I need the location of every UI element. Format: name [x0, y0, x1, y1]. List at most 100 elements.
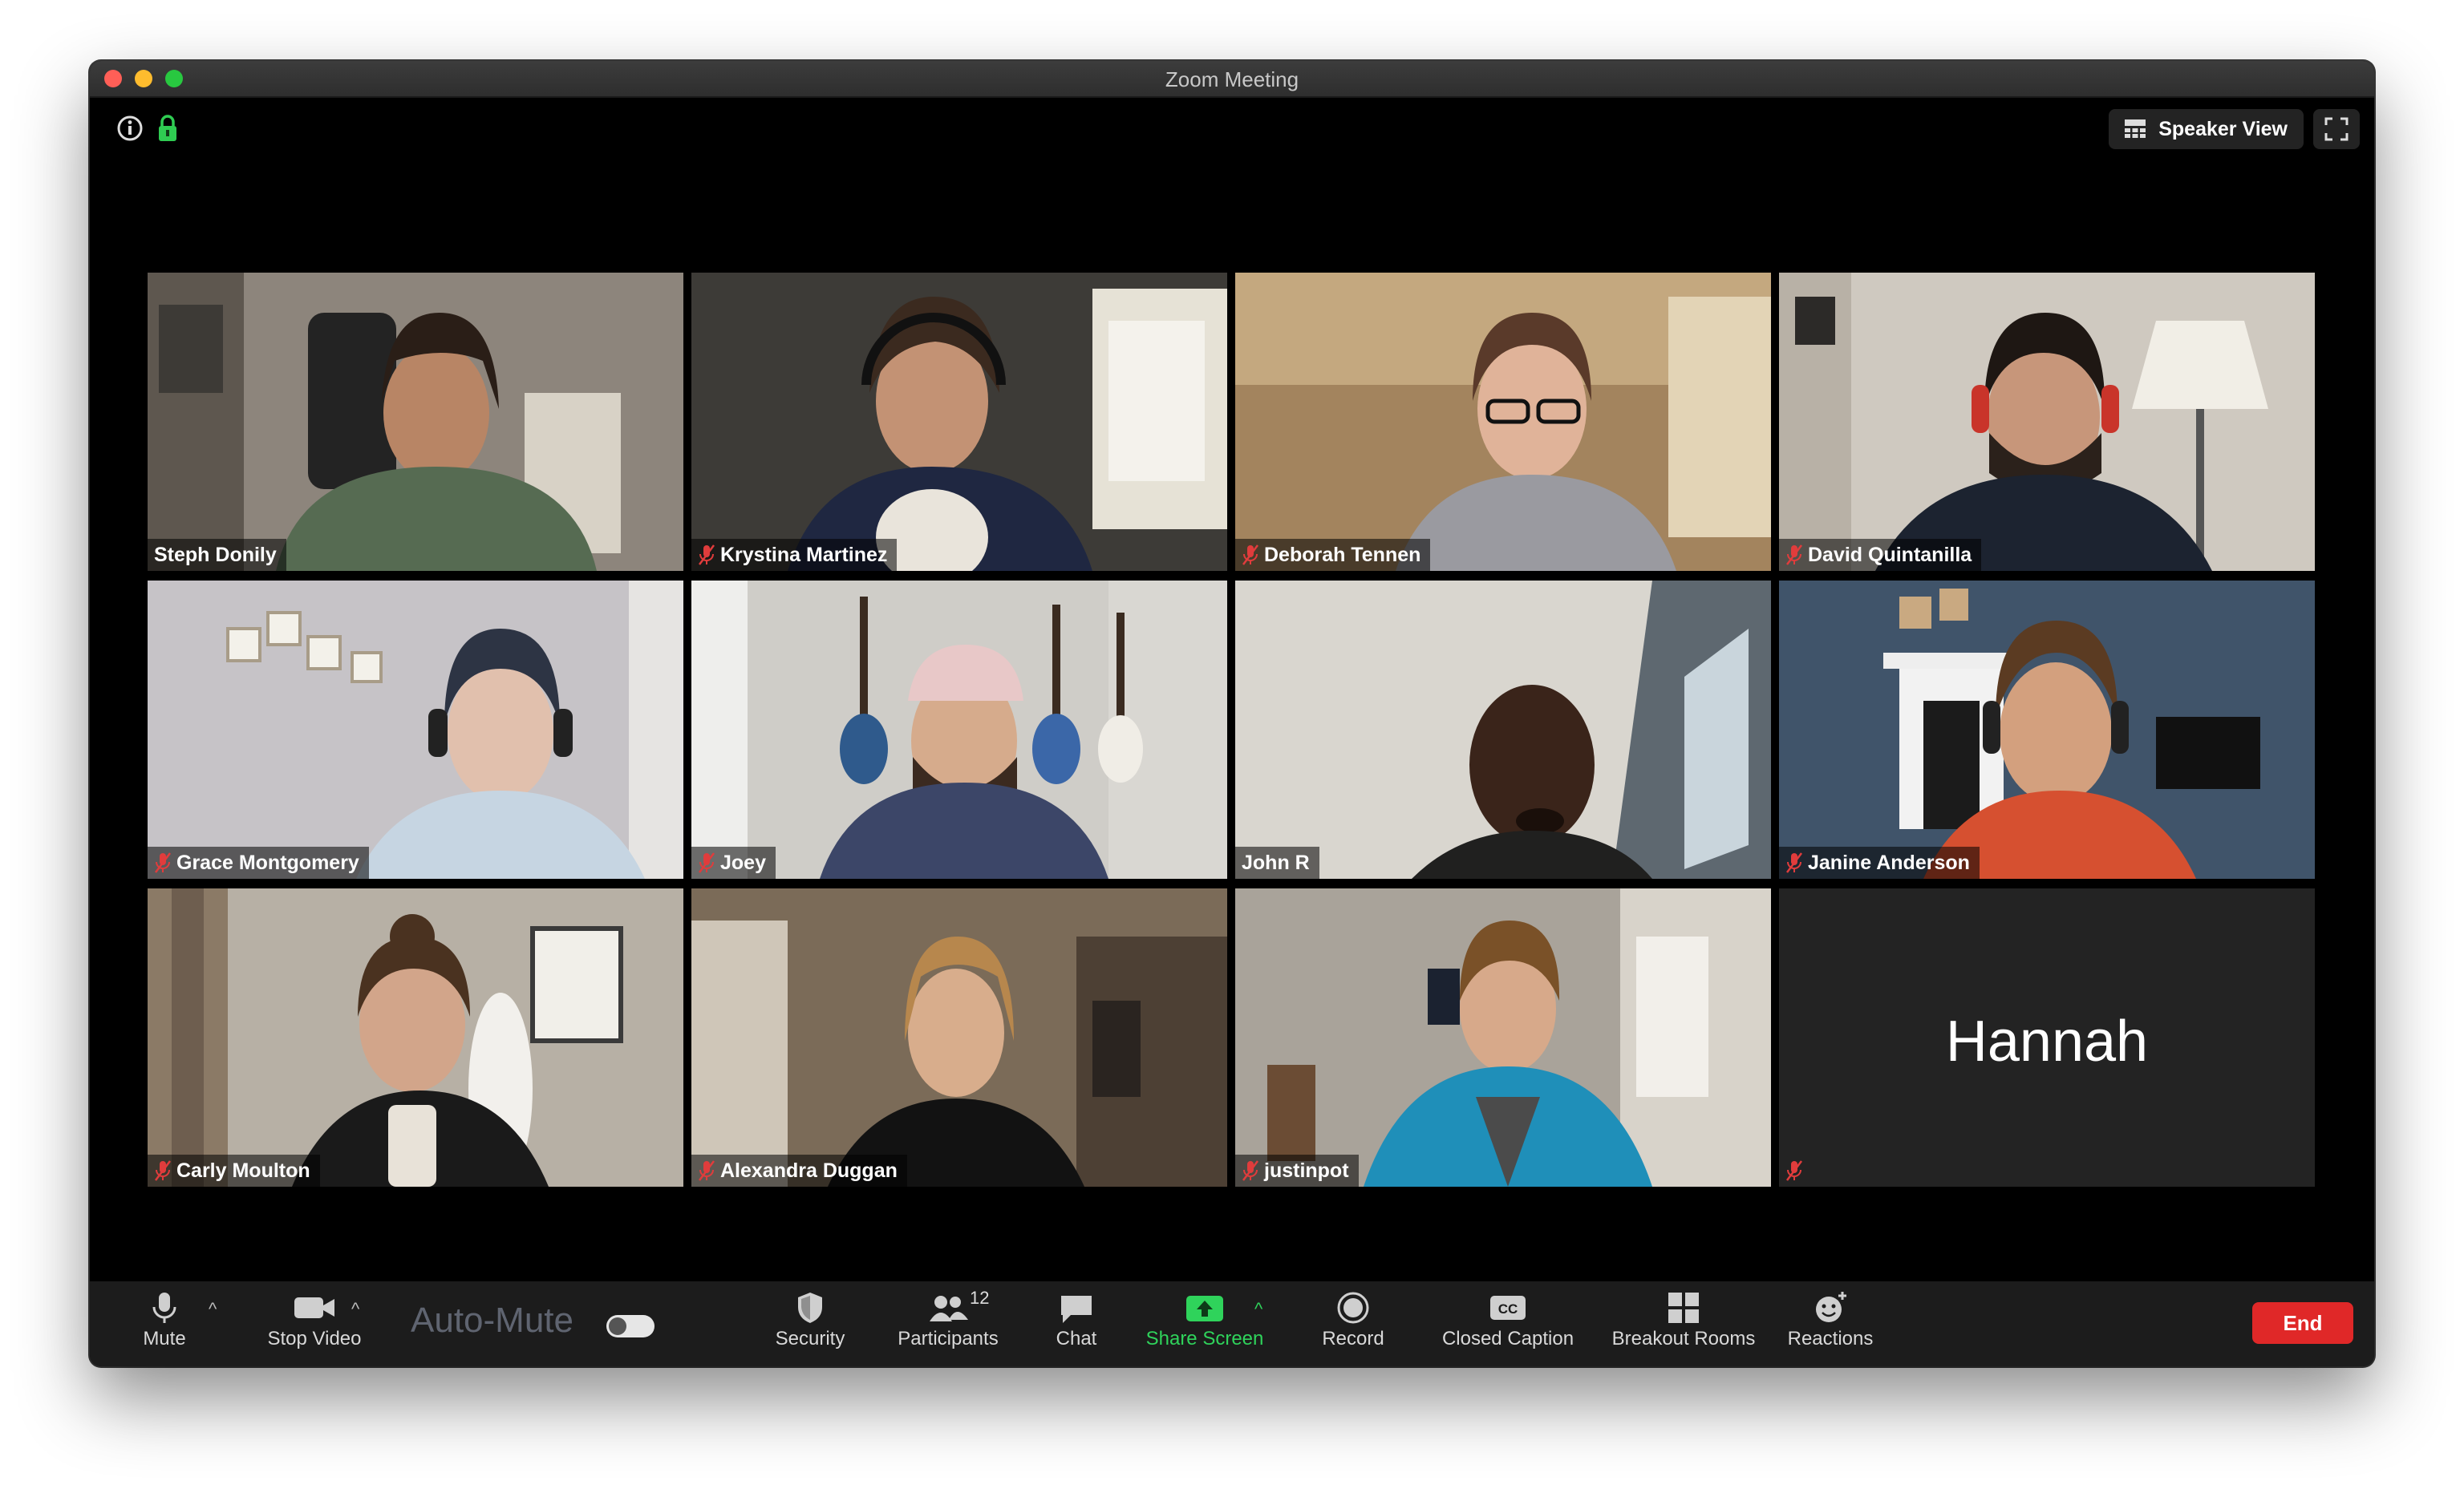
participant-tile[interactable]: David Quintanilla: [1779, 273, 2315, 571]
mic-muted-icon: [699, 1160, 715, 1181]
mic-muted-icon: [1242, 1160, 1258, 1181]
participant-tile[interactable]: Grace Montgomery: [148, 581, 683, 879]
cc-icon: CC: [1490, 1296, 1526, 1320]
meeting-toolbar: Mute ^ Stop Video ^ Auto-Mute Security 1…: [90, 1281, 2374, 1366]
participants-count: 12: [970, 1288, 990, 1308]
participant-tile[interactable]: justinpot: [1235, 888, 1771, 1187]
chat-label: Chat: [1056, 1328, 1097, 1349]
video-feed: [1235, 273, 1771, 571]
participant-nameplate: Joey: [691, 847, 776, 879]
window-title: Zoom Meeting: [1165, 67, 1299, 91]
audio-options-caret[interactable]: ^: [209, 1299, 217, 1320]
participants-button[interactable]: 12 Participants: [880, 1288, 1016, 1358]
participant-name: Janine Anderson: [1808, 851, 1970, 874]
microphone-icon: [152, 1293, 176, 1323]
participant-name: Krystina Martinez: [720, 543, 888, 566]
participant-name: Grace Montgomery: [176, 851, 359, 874]
participant-nameplate: Krystina Martinez: [691, 539, 898, 571]
video-feed: [148, 581, 683, 879]
mic-muted-icon: [1786, 544, 1802, 565]
reaction-smile-icon: [1816, 1292, 1846, 1322]
video-feed: [691, 581, 1227, 879]
chat-bubble-icon: [1061, 1296, 1092, 1323]
closed-caption-button[interactable]: CC Closed Caption: [1428, 1289, 1588, 1358]
participant-name: Joey: [720, 851, 766, 874]
participant-nameplate: Deborah Tennen: [1235, 539, 1431, 571]
participant-tile-video-off[interactable]: Hannah: [1779, 888, 2315, 1187]
grid-icon: [2125, 119, 2146, 138]
end-meeting-button[interactable]: End: [2252, 1302, 2353, 1344]
participant-tile[interactable]: Janine Anderson: [1779, 581, 2315, 879]
video-camera-icon: [294, 1297, 334, 1318]
video-options-caret[interactable]: ^: [351, 1299, 359, 1320]
auto-mute-label: Auto-Mute: [411, 1301, 573, 1340]
mic-muted-icon: [1786, 1160, 1802, 1181]
share-arrow-icon: [1186, 1296, 1223, 1321]
share-screen-label: Share Screen: [1145, 1328, 1264, 1349]
speaker-view-label: Speaker View: [2158, 117, 2288, 140]
mic-muted-icon: [155, 852, 171, 873]
video-feed: [691, 273, 1227, 571]
lock-icon[interactable]: [156, 114, 180, 143]
participant-nameplate: justinpot: [1235, 1155, 1359, 1187]
security-label: Security: [775, 1328, 845, 1349]
video-feed: [1235, 581, 1771, 879]
participant-tile[interactable]: Joey: [691, 581, 1227, 879]
fullscreen-icon: [2324, 117, 2348, 141]
info-icon[interactable]: [116, 114, 144, 143]
participant-nameplate: Carly Moulton: [148, 1155, 320, 1187]
participant-tile[interactable]: Steph Donily: [148, 273, 683, 571]
video-feed: [148, 273, 683, 571]
video-feed: [691, 888, 1227, 1187]
reactions-button[interactable]: Reactions: [1774, 1289, 1886, 1358]
participant-name: Carly Moulton: [176, 1159, 310, 1182]
participant-nameplate: Steph Donily: [148, 539, 286, 571]
participant-name: justinpot: [1264, 1159, 1349, 1182]
participant-nameplate: Janine Anderson: [1779, 847, 1980, 879]
breakout-grid-icon: [1668, 1293, 1699, 1323]
participant-tile[interactable]: Alexandra Duggan: [691, 888, 1227, 1187]
mute-label: Mute: [143, 1328, 186, 1349]
chat-button[interactable]: Chat: [1044, 1289, 1108, 1358]
closed-caption-label: Closed Caption: [1441, 1328, 1574, 1349]
security-button[interactable]: Security: [762, 1289, 858, 1358]
participant-name: John R: [1242, 851, 1310, 874]
video-feed: [1779, 273, 2315, 571]
participant-nameplate: Alexandra Duggan: [691, 1155, 907, 1187]
share-screen-button[interactable]: Share Screen: [1141, 1289, 1269, 1358]
participant-tile[interactable]: Krystina Martinez: [691, 273, 1227, 571]
record-button[interactable]: Record: [1309, 1289, 1397, 1358]
participant-nameplate: David Quintanilla: [1779, 539, 1982, 571]
record-label: Record: [1322, 1328, 1384, 1349]
mic-muted-icon: [1242, 544, 1258, 565]
participant-tile[interactable]: Carly Moulton: [148, 888, 683, 1187]
participant-name: David Quintanilla: [1808, 543, 1972, 566]
title-bar: Zoom Meeting: [90, 61, 2374, 98]
people-icon: [930, 1296, 968, 1321]
participant-name: Alexandra Duggan: [720, 1159, 898, 1182]
breakout-rooms-label: Breakout Rooms: [1611, 1328, 1756, 1349]
svg-text:CC: CC: [1498, 1301, 1518, 1317]
mic-muted-icon: [155, 1160, 171, 1181]
breakout-rooms-button[interactable]: Breakout Rooms: [1599, 1289, 1768, 1358]
participants-label: Participants: [898, 1328, 999, 1349]
participant-name: Steph Donily: [154, 543, 277, 566]
participant-nameplate: John R: [1235, 847, 1319, 879]
zoom-window: Zoom Meeting Speaker View Steph Donily K…: [90, 61, 2374, 1366]
mute-button[interactable]: Mute: [128, 1289, 201, 1358]
participant-name: Deborah Tennen: [1264, 543, 1421, 566]
reactions-label: Reactions: [1787, 1328, 1874, 1349]
mic-muted-icon: [699, 544, 715, 565]
shield-icon: [798, 1293, 822, 1323]
auto-mute-toggle[interactable]: [606, 1315, 654, 1337]
fullscreen-button[interactable]: [2313, 109, 2360, 149]
record-icon: [1337, 1292, 1369, 1324]
video-feed: [1779, 581, 2315, 879]
stop-video-label: Stop Video: [267, 1328, 362, 1349]
participant-nameplate: Grace Montgomery: [148, 847, 369, 879]
participant-tile[interactable]: Deborah Tennen: [1235, 273, 1771, 571]
speaker-view-button[interactable]: Speaker View: [2109, 109, 2304, 149]
participant-tile-active-speaker[interactable]: John R: [1235, 581, 1771, 879]
share-options-caret[interactable]: ^: [1254, 1299, 1262, 1320]
participant-display-name: Hannah: [1945, 1010, 2149, 1074]
